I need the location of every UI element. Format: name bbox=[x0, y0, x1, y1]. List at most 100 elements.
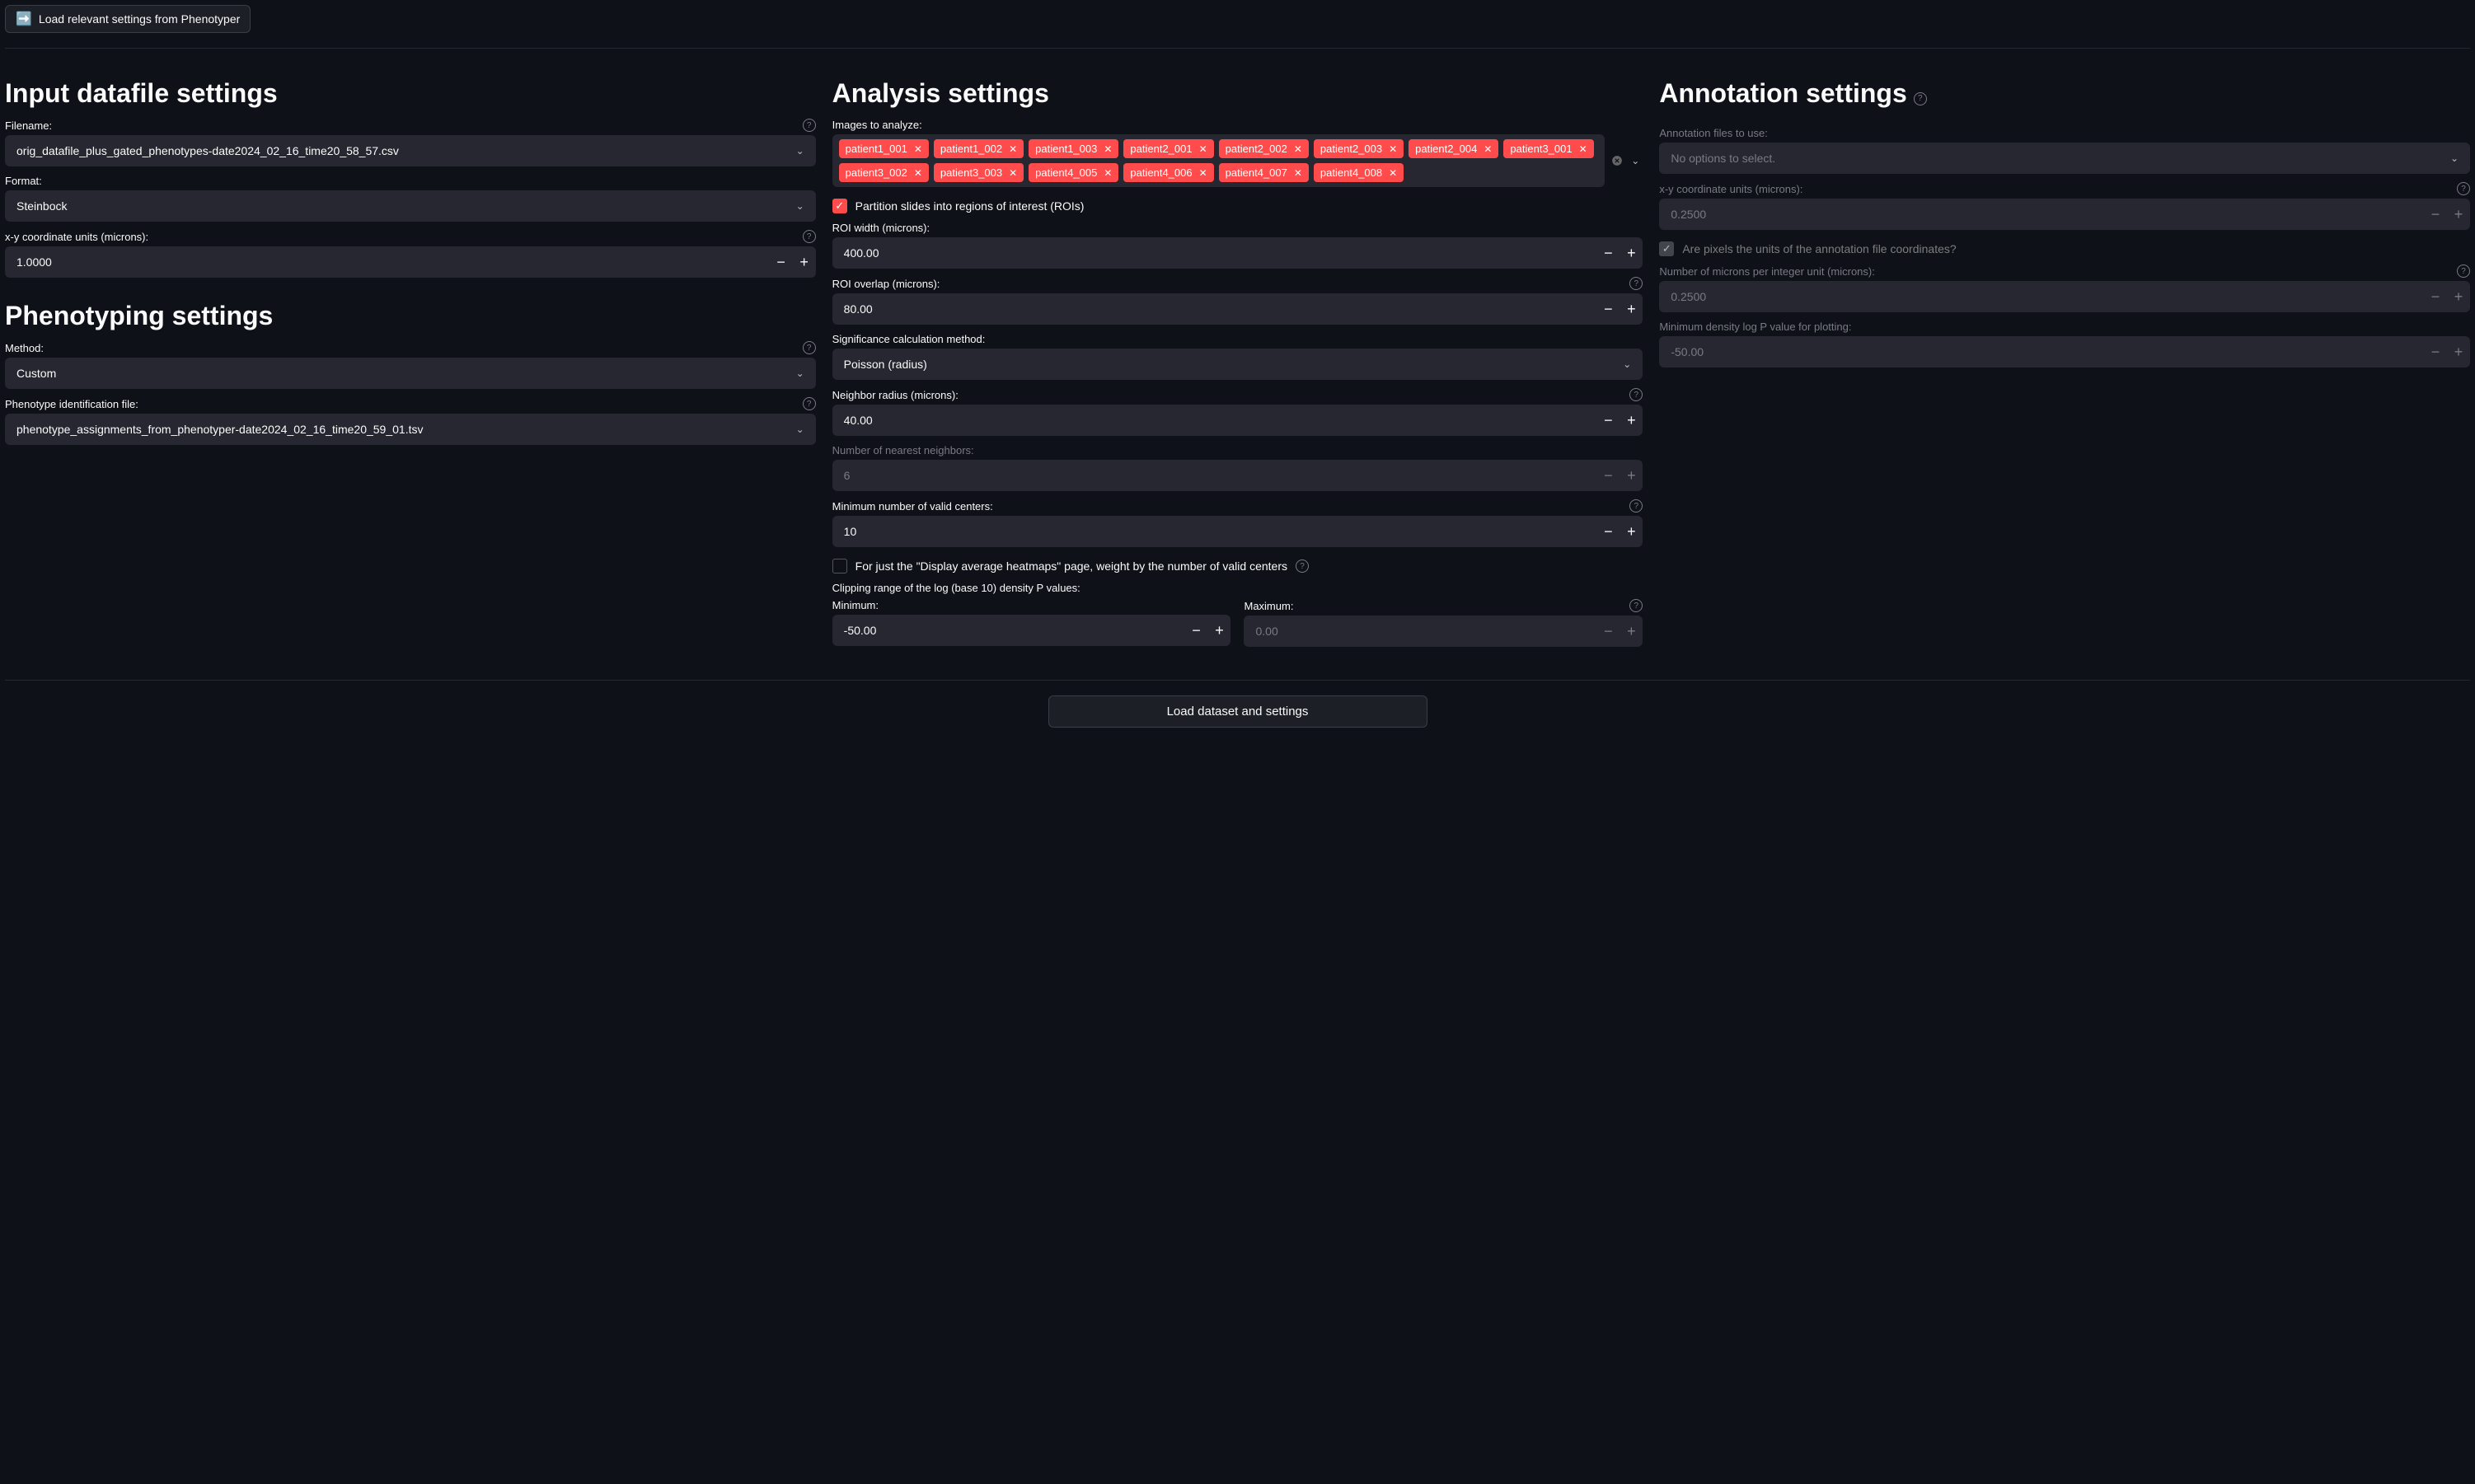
image-tag[interactable]: patient2_004✕ bbox=[1409, 139, 1498, 158]
increment-button[interactable]: + bbox=[1620, 616, 1643, 647]
close-icon[interactable]: ✕ bbox=[1484, 143, 1492, 155]
xy-units-input[interactable]: − + bbox=[5, 246, 816, 278]
image-tag[interactable]: patient2_002 ✕ bbox=[1219, 139, 1309, 158]
sigcalc-select[interactable]: Poisson (radius) ⌄ bbox=[832, 349, 1643, 380]
format-label: Format: bbox=[5, 175, 42, 187]
decrement-button[interactable]: − bbox=[1596, 516, 1620, 547]
help-icon[interactable]: ? bbox=[1914, 92, 1927, 105]
image-tag-label: patient3_002 bbox=[846, 166, 907, 179]
image-tag[interactable]: patient3_002 ✕ bbox=[839, 163, 929, 182]
close-icon[interactable]: ✕ bbox=[1104, 167, 1112, 179]
image-tag-label: patient4_007 bbox=[1226, 166, 1287, 179]
help-icon[interactable]: ? bbox=[1629, 599, 1643, 612]
increment-button: + bbox=[2447, 199, 2470, 230]
image-tag[interactable]: patient1_001✕ bbox=[839, 139, 929, 158]
help-icon[interactable]: ? bbox=[2457, 264, 2470, 278]
help-icon[interactable]: ? bbox=[1629, 499, 1643, 513]
close-icon[interactable]: ✕ bbox=[1294, 167, 1302, 179]
format-select[interactable]: Steinbock ⌄ bbox=[5, 190, 816, 222]
close-icon[interactable]: ✕ bbox=[914, 167, 922, 179]
close-icon[interactable]: ✕ bbox=[1199, 143, 1207, 155]
image-tag[interactable]: patient2_001✕ bbox=[1123, 139, 1213, 158]
image-tag[interactable]: patient1_003✕ bbox=[1029, 139, 1118, 158]
load-from-phenotyper-button[interactable]: ➡️ Load relevant settings from Phenotype… bbox=[5, 5, 251, 33]
help-icon[interactable]: ? bbox=[2457, 182, 2470, 195]
neighbor-field[interactable] bbox=[832, 405, 1597, 435]
decrement-button[interactable]: − bbox=[1596, 237, 1620, 269]
filename-select[interactable]: orig_datafile_plus_gated_phenotypes-date… bbox=[5, 135, 816, 166]
increment-button: + bbox=[2447, 336, 2470, 367]
chevron-down-icon: ⌄ bbox=[1631, 155, 1639, 166]
help-icon[interactable]: ? bbox=[1296, 559, 1309, 573]
neighbor-label: Neighbor radius (microns): bbox=[832, 389, 959, 401]
image-tag[interactable]: patient2_003✕ bbox=[1314, 139, 1404, 158]
close-icon[interactable]: ✕ bbox=[1199, 167, 1207, 179]
help-icon[interactable]: ? bbox=[803, 397, 816, 410]
close-icon[interactable]: ✕ bbox=[1009, 143, 1017, 155]
filename-label: Filename: bbox=[5, 119, 52, 132]
clear-all-button[interactable] bbox=[1610, 153, 1624, 168]
microns-input: − + bbox=[1659, 281, 2470, 312]
roi-overlap-input[interactable]: − + bbox=[832, 293, 1643, 325]
minvalid-input[interactable]: − + bbox=[832, 516, 1643, 547]
close-icon[interactable]: ✕ bbox=[1009, 167, 1017, 179]
image-tag[interactable]: patient4_005✕ bbox=[1029, 163, 1118, 182]
minvalid-field[interactable] bbox=[832, 517, 1597, 546]
load-dataset-button[interactable]: Load dataset and settings bbox=[1048, 695, 1427, 728]
images-multiselect[interactable]: patient1_001✕patient1_002✕patient1_003✕p… bbox=[832, 134, 1605, 187]
image-tag[interactable]: patient3_003✕ bbox=[934, 163, 1024, 182]
weight-checkbox[interactable] bbox=[832, 559, 847, 573]
clip-max-input[interactable]: − + bbox=[1244, 616, 1643, 647]
close-icon[interactable]: ✕ bbox=[1389, 143, 1397, 155]
dropdown-button[interactable]: ⌄ bbox=[1628, 153, 1643, 168]
roi-overlap-field[interactable] bbox=[832, 294, 1597, 324]
arrow-right-icon: ➡️ bbox=[16, 11, 32, 27]
decrement-button[interactable]: − bbox=[1184, 615, 1207, 646]
decrement-button[interactable]: − bbox=[1596, 405, 1620, 436]
image-tag[interactable]: patient4_007 ✕ bbox=[1219, 163, 1309, 182]
partition-checkbox[interactable]: ✓ bbox=[832, 199, 847, 213]
neighbor-input[interactable]: − + bbox=[832, 405, 1643, 436]
phenofile-select[interactable]: phenotype_assignments_from_phenotyper-da… bbox=[5, 414, 816, 445]
increment-button[interactable]: + bbox=[1620, 516, 1643, 547]
help-icon[interactable]: ? bbox=[803, 230, 816, 243]
increment-button[interactable]: + bbox=[793, 246, 816, 278]
roi-width-input[interactable]: − + bbox=[832, 237, 1643, 269]
decrement-button[interactable]: − bbox=[1596, 293, 1620, 325]
clip-min-input[interactable]: − + bbox=[832, 615, 1231, 646]
help-icon[interactable]: ? bbox=[1629, 277, 1643, 290]
image-tag-label: patient2_002 bbox=[1226, 143, 1287, 155]
anno-xy-input: − + bbox=[1659, 199, 2470, 230]
increment-button[interactable]: + bbox=[1207, 615, 1230, 646]
annofiles-select[interactable]: No options to select. ⌄ bbox=[1659, 143, 2470, 174]
method-select[interactable]: Custom ⌄ bbox=[5, 358, 816, 389]
clip-min-field[interactable] bbox=[832, 616, 1185, 645]
chevron-down-icon: ⌄ bbox=[2450, 152, 2459, 164]
help-icon[interactable]: ? bbox=[1629, 388, 1643, 401]
increment-button[interactable]: + bbox=[1620, 293, 1643, 325]
clip-max-field[interactable] bbox=[1244, 616, 1596, 646]
close-icon[interactable]: ✕ bbox=[914, 143, 922, 155]
roi-width-label: ROI width (microns): bbox=[832, 222, 930, 234]
xy-units-field[interactable] bbox=[5, 247, 770, 277]
min-label: Minimum: bbox=[832, 599, 879, 611]
image-tag[interactable]: patient4_008✕ bbox=[1314, 163, 1404, 182]
close-icon[interactable]: ✕ bbox=[1104, 143, 1112, 155]
increment-button[interactable]: + bbox=[1620, 405, 1643, 436]
nn-input: − + bbox=[832, 460, 1643, 491]
increment-button[interactable]: + bbox=[1620, 237, 1643, 269]
help-icon[interactable]: ? bbox=[803, 341, 816, 354]
image-tag[interactable]: patient3_001✕ bbox=[1503, 139, 1593, 158]
pixel-units-checkbox: ✓ bbox=[1659, 241, 1674, 256]
decrement-button[interactable]: − bbox=[770, 246, 793, 278]
microns-label: Number of microns per integer unit (micr… bbox=[1659, 265, 1875, 278]
close-icon[interactable]: ✕ bbox=[1389, 167, 1397, 179]
roi-width-field[interactable] bbox=[832, 238, 1597, 268]
help-icon[interactable]: ? bbox=[803, 119, 816, 132]
image-tag[interactable]: patient4_006✕ bbox=[1123, 163, 1213, 182]
close-icon[interactable]: ✕ bbox=[1294, 143, 1302, 155]
decrement-button[interactable]: − bbox=[1596, 616, 1620, 647]
image-tag[interactable]: patient1_002✕ bbox=[934, 139, 1024, 158]
close-icon[interactable]: ✕ bbox=[1579, 143, 1587, 155]
annofiles-label: Annotation files to use: bbox=[1659, 127, 1768, 139]
